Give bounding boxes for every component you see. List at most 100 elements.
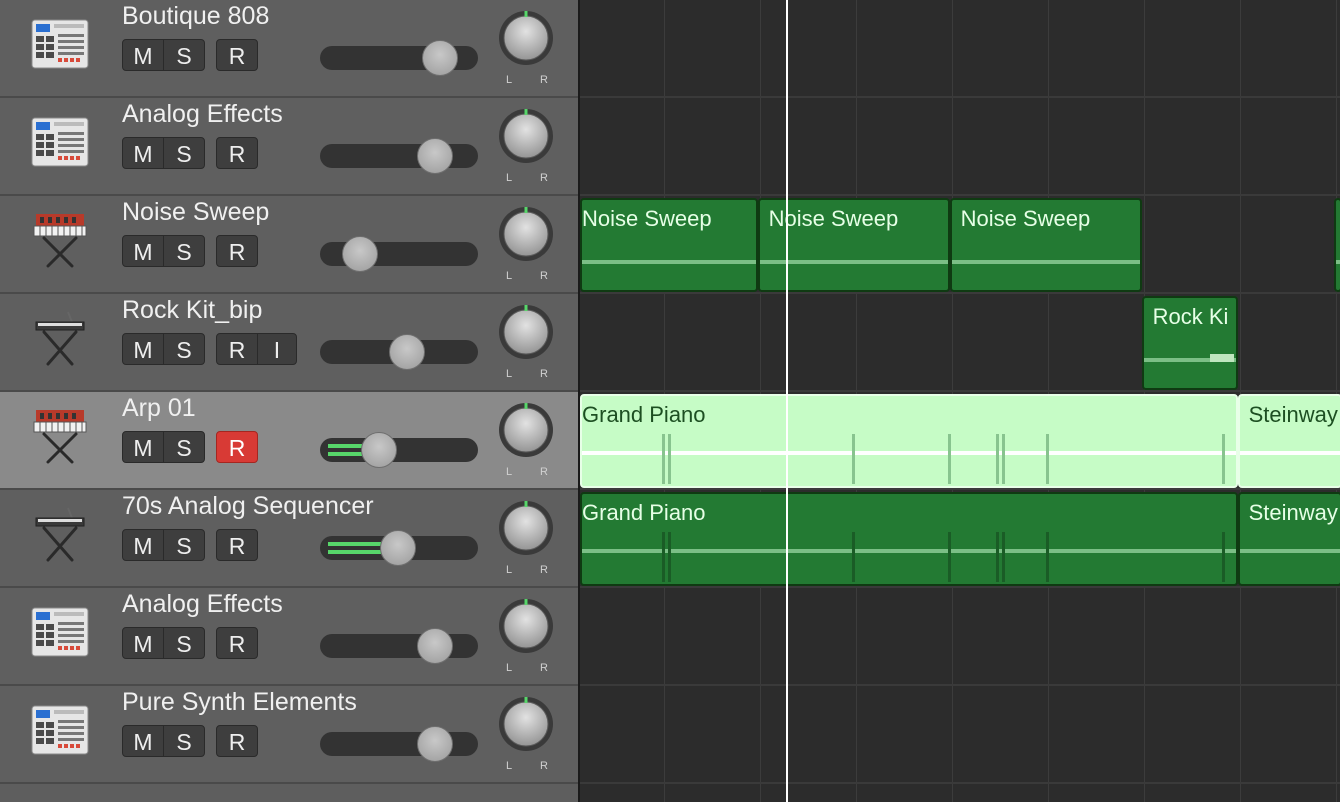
pan-right-label: R [540,172,548,184]
volume-slider-knob[interactable] [379,530,416,566]
pan-right-label: R [540,662,548,674]
record-enable-button[interactable]: R [216,235,258,267]
track-name: Analog Effects [122,590,283,618]
track-header[interactable]: 70s Analog Sequencer M S R LR [0,490,578,588]
mute-button[interactable]: M [122,627,164,659]
keyboard-stand-icon [28,306,92,370]
region[interactable]: Grand Piano [580,492,1238,586]
track-name: 70s Analog Sequencer [122,492,374,520]
volume-slider-knob[interactable] [361,432,398,468]
region[interactable]: Noise Sweep [949,198,1142,292]
mute-button[interactable]: M [122,137,164,169]
pan-right-label: R [540,564,548,576]
region[interactable]: Rock Ki [1141,296,1238,390]
region-label: Grand Piano [582,500,706,525]
volume-slider-knob[interactable] [417,726,454,762]
region-label: Noise Sweep [582,206,712,231]
track-header[interactable]: Analog Effects M S R LR [0,588,578,686]
region[interactable]: Grand Piano [580,394,1238,488]
volume-slider[interactable] [320,634,478,658]
volume-slider[interactable] [320,144,478,168]
playhead[interactable] [786,0,789,802]
record-enable-button[interactable]: R [216,333,258,365]
solo-button[interactable]: S [163,725,205,757]
pan-right-label: R [540,74,548,86]
pan-left-label: L [506,466,513,478]
pan-knob[interactable]: LR [498,108,556,184]
track-row-separator [580,390,1340,392]
mute-button[interactable]: M [122,431,164,463]
keyboard-stand-icon [28,502,92,566]
pan-left-label: L [506,74,513,86]
arrange-area[interactable]: Noise Sweep Noise Sweep Noise Sweep Rock Ki… [580,0,1340,802]
volume-slider-knob[interactable] [417,138,454,174]
region-content-line [582,260,756,264]
record-enable-button[interactable]: R [216,529,258,561]
track-name: Rock Kit_bip [122,296,263,324]
record-enable-button[interactable]: R [216,431,258,463]
track-header[interactable]: Noise Sweep M S R LR [0,196,578,294]
region-content-line [582,549,1236,553]
track-row-separator [580,684,1340,686]
track-name: Arp 01 [122,394,196,422]
track-header[interactable]: Boutique 808 M S R LR [0,0,578,98]
pan-knob[interactable]: LR [498,598,556,674]
pan-knob[interactable]: LR [498,696,556,772]
volume-slider[interactable] [320,438,478,462]
record-enable-button[interactable]: R [216,725,258,757]
record-enable-button[interactable]: R [216,137,258,169]
midi-note [1222,532,1225,582]
drum-machine-icon [28,600,92,664]
region[interactable]: Steinway [1237,394,1340,488]
track-row-separator [580,194,1340,196]
solo-button[interactable]: S [163,333,205,365]
region-content-line [951,260,1140,264]
midi-note [948,532,951,582]
pan-knob[interactable]: LR [498,206,556,282]
track-header[interactable]: Pure Synth Elements M S R LR [0,686,578,784]
solo-button[interactable]: S [163,39,205,71]
pan-knob[interactable]: LR [498,10,556,86]
midi-note [852,434,855,484]
record-enable-button[interactable]: R [216,627,258,659]
region[interactable]: Steinway [1237,492,1340,586]
input-monitoring-button[interactable]: I [257,333,297,365]
track-row-separator [580,586,1340,588]
region-content-line [1239,549,1340,553]
region[interactable]: Noise Sweep [580,198,758,292]
mute-button[interactable]: M [122,529,164,561]
volume-slider[interactable] [320,732,478,756]
mute-button[interactable]: M [122,39,164,71]
track-header[interactable]: Rock Kit_bip M S R I LR [0,294,578,392]
region[interactable] [1333,198,1340,292]
track-row-separator [580,96,1340,98]
track-name: Analog Effects [122,100,283,128]
mute-button[interactable]: M [122,235,164,267]
volume-slider-knob[interactable] [389,334,426,370]
track-header[interactable]: Arp 01 M S R LR [0,392,578,490]
mute-button[interactable]: M [122,333,164,365]
drum-machine-icon [28,698,92,762]
volume-slider-knob[interactable] [341,236,378,272]
drum-machine-icon [28,12,92,76]
solo-button[interactable]: S [163,529,205,561]
pan-knob[interactable]: LR [498,500,556,576]
solo-button[interactable]: S [163,431,205,463]
midi-note [1002,532,1005,582]
audio-waveform [1209,354,1234,362]
volume-slider-knob[interactable] [417,628,454,664]
pan-knob[interactable]: LR [498,304,556,380]
pan-left-label: L [506,662,513,674]
solo-button[interactable]: S [163,235,205,267]
mute-button[interactable]: M [122,725,164,757]
volume-slider-knob[interactable] [421,40,458,76]
track-header[interactable]: Analog Effects M S R LR [0,98,578,196]
solo-button[interactable]: S [163,137,205,169]
midi-note [668,434,671,484]
pan-knob[interactable]: LR [498,402,556,478]
record-enable-button[interactable]: R [216,39,258,71]
region-label: Steinway [1248,402,1338,427]
midi-note [1222,434,1225,484]
solo-button[interactable]: S [163,627,205,659]
track-name: Noise Sweep [122,198,270,226]
